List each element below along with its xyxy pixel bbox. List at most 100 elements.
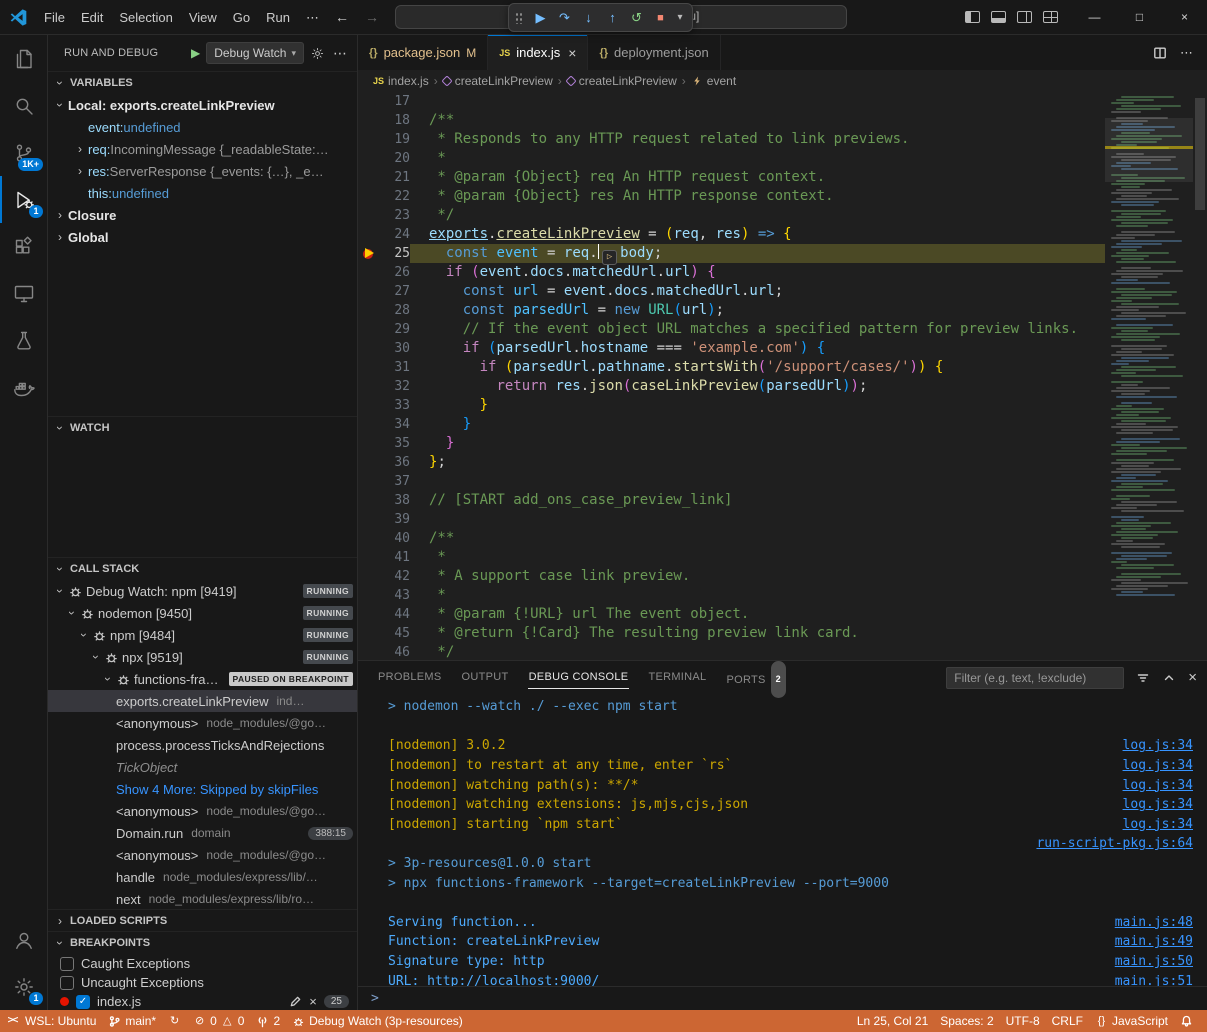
breakpoint-gutter[interactable]: [358, 320, 380, 339]
breakpoint-row[interactable]: Uncaught Exceptions: [48, 973, 357, 992]
pencil-icon[interactable]: [289, 995, 302, 1008]
call-stack-frame[interactable]: TickObject: [48, 756, 357, 778]
code-line[interactable]: 30 if (parsedUrl.hostname === 'example.c…: [358, 339, 1105, 358]
status-encoding[interactable]: UTF-8: [1000, 1010, 1046, 1032]
status-language[interactable]: {}JavaScript: [1089, 1010, 1174, 1032]
panel-tab-output[interactable]: OUTPUT: [452, 661, 519, 694]
menu-file[interactable]: File: [36, 0, 73, 35]
call-stack-frame[interactable]: <anonymous>node_modules/@go…: [48, 800, 357, 822]
call-stack-frame[interactable]: nextnode_modules/express/lib/ro…: [48, 888, 357, 909]
breakpoint-gutter[interactable]: [358, 225, 380, 244]
panel-tab-ports[interactable]: PORTS2: [716, 661, 796, 694]
step-out-button[interactable]: ↑: [601, 6, 624, 30]
call-stack-frame[interactable]: exports.createLinkPreviewind…: [48, 690, 357, 712]
scope-row[interactable]: ›Global: [48, 226, 357, 248]
console-source-link[interactable]: main.js:51: [1115, 974, 1193, 986]
breakpoint-gutter[interactable]: [358, 263, 380, 282]
code-line[interactable]: 36};: [358, 453, 1105, 472]
status-ports[interactable]: 2: [250, 1010, 286, 1032]
breakpoint-gutter[interactable]: [358, 244, 380, 263]
activity-search[interactable]: [0, 82, 47, 129]
code-line[interactable]: 29 // If the event object URL matches a …: [358, 320, 1105, 339]
console-source-link[interactable]: log.js:34: [1123, 817, 1193, 832]
call-stack-frame[interactable]: Domain.rundomain388:15: [48, 822, 357, 844]
close-button[interactable]: ×: [1162, 0, 1207, 35]
panel-maximize-icon[interactable]: [1162, 671, 1176, 685]
breadcrumb-item[interactable]: createLinkPreview: [567, 74, 677, 88]
code-editor[interactable]: 1718/**19 * Responds to any HTTP request…: [358, 92, 1207, 660]
section-header-loaded-scripts[interactable]: › LOADED SCRIPTS: [48, 910, 357, 931]
start-debug-icon[interactable]: ▶: [191, 46, 200, 60]
console-source-link[interactable]: log.js:34: [1123, 797, 1193, 812]
code-line[interactable]: 40/**: [358, 529, 1105, 548]
section-header-variables[interactable]: › VARIABLES: [48, 72, 357, 94]
minimap-slider[interactable]: [1105, 118, 1193, 182]
forward-button[interactable]: →: [365, 9, 379, 25]
menu-edit[interactable]: Edit: [73, 0, 111, 35]
breakpoint-gutter[interactable]: [358, 548, 380, 567]
editor-scrollbar[interactable]: [1193, 92, 1207, 660]
breakpoint-gutter[interactable]: [358, 605, 380, 624]
status-indentation[interactable]: Spaces: 2: [934, 1010, 999, 1032]
call-stack-frame[interactable]: <anonymous>node_modules/@go…: [48, 844, 357, 866]
breakpoint-gutter[interactable]: [358, 567, 380, 586]
filter-icon[interactable]: [1136, 671, 1150, 685]
activity-testing[interactable]: [0, 317, 47, 364]
variable-row[interactable]: ›res: ServerResponse {_events: {…}, _e…: [48, 160, 357, 182]
code-line[interactable]: 23 */: [358, 206, 1105, 225]
breakpoint-gutter[interactable]: [358, 529, 380, 548]
split-editor-icon[interactable]: [1153, 46, 1167, 60]
breakpoint-row[interactable]: Caught Exceptions: [48, 954, 357, 973]
breadcrumb-item[interactable]: event: [691, 74, 736, 88]
breakpoint-gutter[interactable]: [358, 453, 380, 472]
drag-grip-icon[interactable]: [515, 11, 524, 24]
breakpoint-checkbox[interactable]: [60, 976, 74, 990]
status-debug-session[interactable]: Debug Watch (3p-resources): [286, 1010, 469, 1032]
code-line[interactable]: 27 const url = event.docs.matchedUrl.url…: [358, 282, 1105, 301]
code-line[interactable]: 42 * A support case link preview.: [358, 567, 1105, 586]
scope-row[interactable]: ›Closure: [48, 204, 357, 226]
call-stack-frame[interactable]: handlenode_modules/express/lib/…: [48, 866, 357, 888]
minimize-button[interactable]: —: [1072, 0, 1117, 35]
activity-source-control[interactable]: 1K+: [0, 129, 47, 176]
code-line[interactable]: 37: [358, 472, 1105, 491]
debug-session-row[interactable]: ›functions-fra…PAUSED ON BREAKPOINT: [48, 668, 357, 690]
breakpoint-gutter[interactable]: [358, 491, 380, 510]
code-line[interactable]: 43 *: [358, 586, 1105, 605]
code-line[interactable]: 32 return res.json(caseLinkPreview(parse…: [358, 377, 1105, 396]
status-notifications[interactable]: [1174, 1010, 1199, 1032]
variable-row[interactable]: ›req: IncomingMessage {_readableState:…: [48, 138, 357, 160]
status-branch[interactable]: main*: [102, 1010, 162, 1032]
call-stack-frame[interactable]: Show 4 More: Skipped by skipFiles: [48, 778, 357, 800]
activity-explorer[interactable]: [0, 35, 47, 82]
tab-index.js[interactable]: JSindex.js×: [488, 35, 588, 70]
code-line[interactable]: 28 const parsedUrl = new URL(url);: [358, 301, 1105, 320]
breakpoint-gutter[interactable]: [358, 377, 380, 396]
status-eol[interactable]: CRLF: [1046, 1010, 1089, 1032]
console-source-link[interactable]: run-script-pkg.js:64: [1036, 836, 1193, 851]
code-line[interactable]: 18/**: [358, 111, 1105, 130]
variable-row[interactable]: ›this: undefined: [48, 182, 357, 204]
panel-tab-problems[interactable]: PROBLEMS: [368, 661, 452, 694]
maximize-button[interactable]: □: [1117, 0, 1162, 35]
section-header-breakpoints[interactable]: › BREAKPOINTS: [48, 932, 357, 954]
debug-session-row[interactable]: ›npm [9484]RUNNING: [48, 624, 357, 646]
gear-icon[interactable]: [310, 46, 325, 61]
breadcrumb-item[interactable]: createLinkPreview: [443, 74, 553, 88]
breakpoint-gutter[interactable]: [358, 643, 380, 660]
menu-overflow[interactable]: ⋯: [298, 0, 327, 35]
breakpoint-gutter[interactable]: [358, 396, 380, 415]
activity-run-and-debug[interactable]: 1: [0, 176, 47, 223]
code-line[interactable]: 20 *: [358, 149, 1105, 168]
toggle-sidebar-icon[interactable]: [965, 11, 980, 23]
breakpoint-gutter[interactable]: [358, 624, 380, 643]
toggle-secondary-sidebar-icon[interactable]: [1017, 11, 1032, 23]
activity-remote-explorer[interactable]: [0, 270, 47, 317]
breakpoint-checkbox[interactable]: [60, 957, 74, 971]
call-stack-frame[interactable]: process.processTicksAndRejections: [48, 734, 357, 756]
customize-layout-icon[interactable]: [1043, 11, 1058, 23]
console-source-link[interactable]: main.js:49: [1115, 934, 1193, 949]
activity-extensions[interactable]: [0, 223, 47, 270]
status-cursor-position[interactable]: Ln 25, Col 21: [851, 1010, 934, 1032]
editor-more-actions-icon[interactable]: ⋯: [1180, 45, 1193, 61]
